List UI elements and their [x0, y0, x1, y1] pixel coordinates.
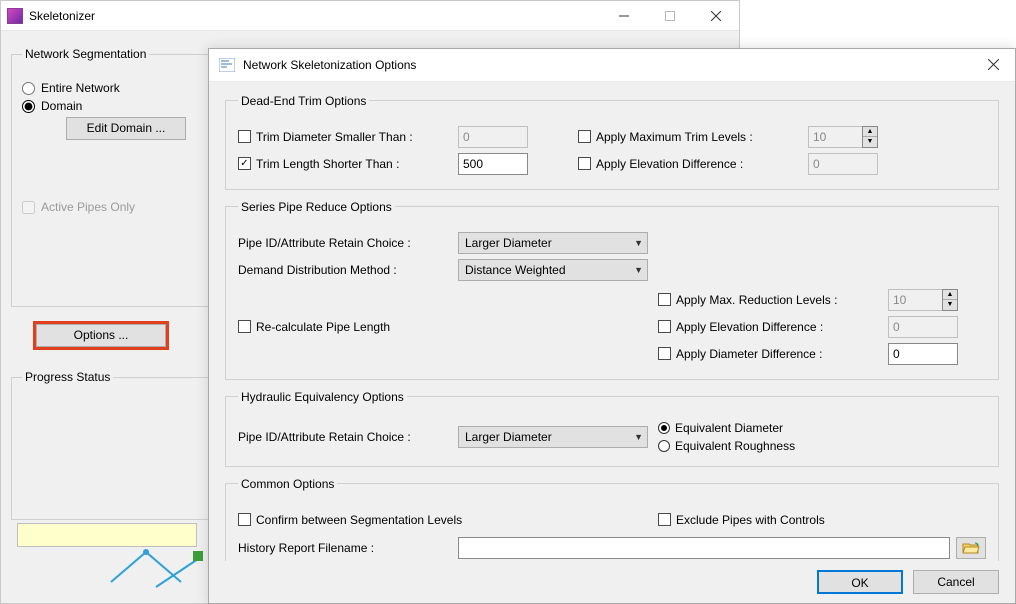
- exclude-controls-label: Exclude Pipes with Controls: [676, 513, 825, 527]
- demand-method-value: Distance Weighted: [465, 263, 566, 277]
- diam-diff-checkbox[interactable]: [658, 347, 671, 360]
- app-icon: [7, 8, 23, 24]
- max-trim-levels-checkbox[interactable]: [578, 130, 591, 143]
- browse-button[interactable]: [956, 537, 986, 559]
- options-button[interactable]: Options ...: [36, 324, 166, 347]
- series-elev-diff-input: [888, 316, 958, 338]
- eq-diameter-radio[interactable]: Equivalent Diameter: [658, 421, 783, 435]
- dialog-close-button[interactable]: [971, 49, 1015, 81]
- options-highlight: Options ...: [33, 321, 169, 350]
- deadend-elev-diff-label: Apply Elevation Difference :: [596, 157, 743, 171]
- series-retain-value: Larger Diameter: [465, 236, 552, 250]
- series-elev-diff-checkbox[interactable]: [658, 320, 671, 333]
- active-pipes-label: Active Pipes Only: [41, 200, 135, 214]
- max-trim-levels-label: Apply Maximum Trim Levels :: [596, 130, 753, 144]
- maximize-icon: [665, 11, 675, 21]
- radio-domain-input[interactable]: [22, 100, 35, 113]
- max-reduction-spinner: [888, 289, 942, 311]
- recalc-length-label: Re-calculate Pipe Length: [256, 320, 390, 334]
- active-pipes-checkbox: [22, 201, 35, 214]
- radio-entire-input[interactable]: [22, 82, 35, 95]
- progress-legend: Progress Status: [22, 370, 113, 384]
- hydraulic-retain-combo[interactable]: Larger Diameter ▼: [458, 426, 648, 448]
- max-reduction-label: Apply Max. Reduction Levels :: [676, 293, 837, 307]
- eq-roughness-label: Equivalent Roughness: [675, 439, 795, 453]
- trim-length-input[interactable]: [458, 153, 528, 175]
- cancel-button[interactable]: Cancel: [913, 570, 999, 594]
- eq-diameter-label: Equivalent Diameter: [675, 421, 783, 435]
- radio-entire-label: Entire Network: [41, 81, 120, 95]
- minimize-button[interactable]: [601, 1, 647, 30]
- network-sketch-icon: [101, 547, 221, 597]
- minimize-icon: [619, 11, 629, 21]
- chevron-down-icon: ▼: [634, 265, 643, 275]
- close-icon: [711, 11, 721, 21]
- diam-diff-input[interactable]: [888, 343, 958, 365]
- radio-icon: [658, 440, 670, 452]
- exclude-controls-checkbox[interactable]: [658, 513, 671, 526]
- series-retain-label: Pipe ID/Attribute Retain Choice :: [238, 236, 411, 250]
- history-file-label: History Report Filename :: [238, 541, 374, 555]
- hydraulic-legend: Hydraulic Equivalency Options: [238, 390, 407, 404]
- max-reduction-checkbox[interactable]: [658, 293, 671, 306]
- dialog-titlebar: Network Skeletonization Options: [209, 49, 1015, 82]
- series-retain-combo[interactable]: Larger Diameter ▼: [458, 232, 648, 254]
- hydraulic-retain-label: Pipe ID/Attribute Retain Choice :: [238, 430, 411, 444]
- options-dialog: Network Skeletonization Options Dead-End…: [208, 48, 1016, 604]
- series-reduce-group: Series Pipe Reduce Options Pipe ID/Attri…: [225, 200, 999, 380]
- close-button[interactable]: [693, 1, 739, 30]
- dead-end-legend: Dead-End Trim Options: [238, 94, 369, 108]
- demand-method-label: Demand Distribution Method :: [238, 263, 397, 277]
- radio-domain-label: Domain: [41, 99, 82, 113]
- dialog-footer: OK Cancel: [209, 561, 1015, 603]
- confirm-levels-label: Confirm between Segmentation Levels: [256, 513, 462, 527]
- ok-button[interactable]: OK: [817, 570, 903, 594]
- trim-diameter-checkbox[interactable]: [238, 130, 251, 143]
- folder-open-icon: [962, 541, 980, 555]
- chevron-down-icon: ▼: [634, 432, 643, 442]
- hydraulic-retain-value: Larger Diameter: [465, 430, 552, 444]
- dialog-title: Network Skeletonization Options: [243, 58, 416, 72]
- trim-length-label: Trim Length Shorter Than :: [256, 157, 399, 171]
- trim-diameter-input: [458, 126, 528, 148]
- diam-diff-label: Apply Diameter Difference :: [676, 347, 823, 361]
- trim-length-checkbox[interactable]: [238, 157, 251, 170]
- max-reduction-spinner-buttons[interactable]: ▲▼: [942, 289, 958, 311]
- maximize-button: [647, 1, 693, 30]
- edit-domain-button[interactable]: Edit Domain ...: [66, 117, 186, 140]
- hydraulic-group: Hydraulic Equivalency Options Pipe ID/At…: [225, 390, 999, 467]
- series-elev-diff-label: Apply Elevation Difference :: [676, 320, 823, 334]
- dialog-icon: [219, 58, 235, 72]
- dead-end-group: Dead-End Trim Options Trim Diameter Smal…: [225, 94, 999, 190]
- eq-roughness-radio[interactable]: Equivalent Roughness: [658, 439, 795, 453]
- trim-diameter-label: Trim Diameter Smaller Than :: [256, 130, 413, 144]
- segmentation-legend: Network Segmentation: [22, 47, 149, 61]
- max-trim-levels-spinner: [808, 126, 862, 148]
- status-bar: [17, 523, 197, 547]
- recalc-length-checkbox[interactable]: [238, 320, 251, 333]
- series-legend: Series Pipe Reduce Options: [238, 200, 395, 214]
- close-icon: [988, 59, 999, 70]
- demand-method-combo[interactable]: Distance Weighted ▼: [458, 259, 648, 281]
- chevron-down-icon: ▼: [634, 238, 643, 248]
- history-file-input[interactable]: [458, 537, 950, 559]
- max-trim-levels-spinner-buttons[interactable]: ▲▼: [862, 126, 878, 148]
- common-legend: Common Options: [238, 477, 337, 491]
- confirm-levels-checkbox[interactable]: [238, 513, 251, 526]
- window-title: Skeletonizer: [29, 9, 95, 23]
- titlebar: Skeletonizer: [1, 1, 739, 31]
- deadend-elev-diff-input: [808, 153, 878, 175]
- radio-icon: [658, 422, 670, 434]
- common-group: Common Options Confirm between Segmentat…: [225, 477, 999, 562]
- deadend-elev-diff-checkbox[interactable]: [578, 157, 591, 170]
